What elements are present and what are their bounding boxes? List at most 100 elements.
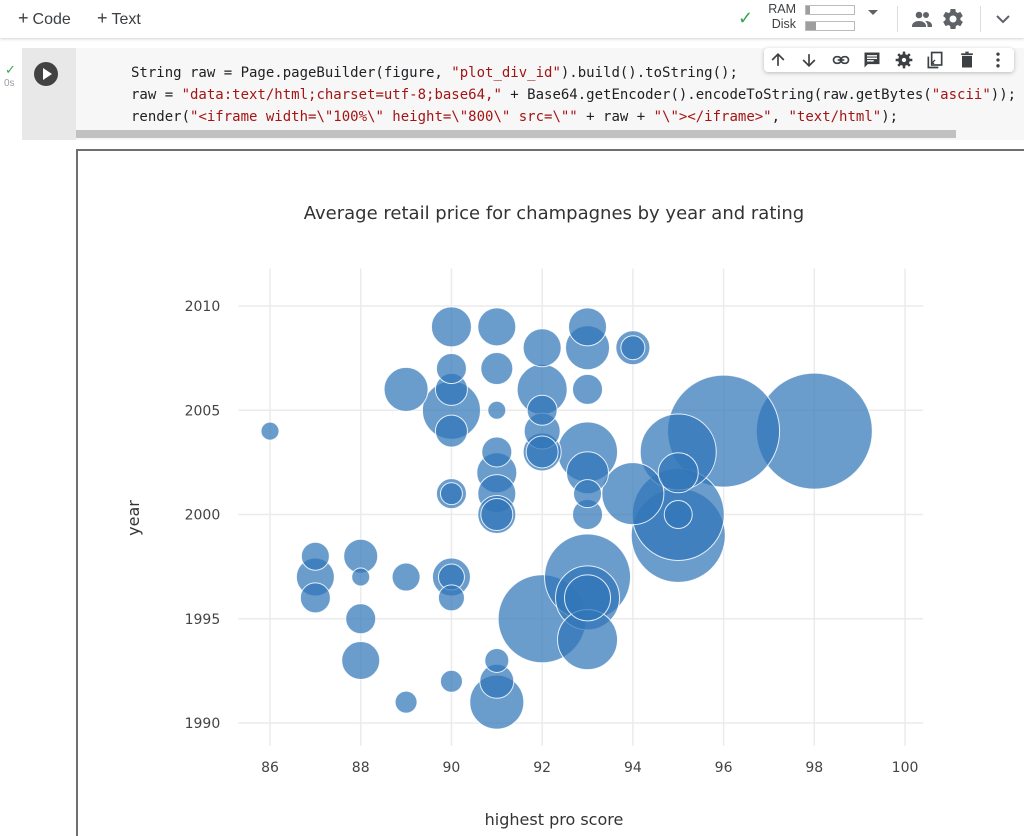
code-token: ); xyxy=(881,109,899,125)
run-cell-button[interactable] xyxy=(34,62,58,86)
horizontal-scrollbar[interactable] xyxy=(76,130,956,138)
string-literal: "plot_div_id" xyxy=(451,65,561,81)
bubble-point[interactable] xyxy=(564,574,612,622)
string-literal: "<iframe width=\"100%\" height=\"800\" s… xyxy=(190,109,578,125)
mirror-cell-icon[interactable] xyxy=(925,50,945,70)
code-token: , xyxy=(771,109,789,125)
chart-title: Average retail price for champagnes by y… xyxy=(304,203,804,224)
add-text-label: Text xyxy=(111,11,141,28)
bubble-point[interactable] xyxy=(480,498,514,531)
x-tick-label: 86 xyxy=(261,760,279,776)
link-icon[interactable] xyxy=(831,50,851,70)
bubble-point[interactable] xyxy=(300,541,330,571)
y-axis-label: year xyxy=(124,500,143,536)
code-line[interactable]: raw = "data:text/html;charset=utf-8;base… xyxy=(131,84,1016,106)
bubble-point[interactable] xyxy=(480,352,514,386)
bubble-point[interactable] xyxy=(383,366,429,412)
bubble-point[interactable] xyxy=(434,414,468,448)
resources-dropdown-icon[interactable] xyxy=(868,10,878,15)
code-token: + raw + xyxy=(577,109,654,125)
x-tick-label: 92 xyxy=(533,760,551,776)
bubble-point[interactable] xyxy=(601,462,665,526)
add-code-label: Code xyxy=(32,11,71,28)
y-tick-label: 2000 xyxy=(185,508,221,524)
bubble-chart: 86 88 90 92 94 96 98 100 1990 1995 2000 2005 2010 Av… xyxy=(124,203,924,829)
x-tick-label: 96 xyxy=(715,760,733,776)
arrow-up-icon[interactable] xyxy=(768,50,788,70)
bubble-point[interactable] xyxy=(299,582,331,614)
add-code-button[interactable]: + Code xyxy=(18,8,71,29)
cell-gutter xyxy=(22,48,76,140)
disk-usage-bar xyxy=(805,21,855,31)
bubble-point[interactable] xyxy=(526,394,558,426)
execution-success-icon: ✓ xyxy=(5,62,16,77)
bubble-point[interactable] xyxy=(351,567,371,587)
string-literal: "text/html" xyxy=(788,109,882,125)
code-line[interactable]: render("<iframe width=\"100%\" height=\"… xyxy=(131,106,1016,128)
bubble-point[interactable] xyxy=(657,452,699,494)
bubble-point[interactable] xyxy=(477,307,517,347)
string-literal: "\"></iframe>" xyxy=(653,109,772,125)
ram-label: RAM xyxy=(768,2,796,16)
ram-usage-fill xyxy=(806,6,810,14)
bubble-point[interactable] xyxy=(394,690,418,714)
bubble-point[interactable] xyxy=(484,647,510,673)
add-text-button[interactable]: + Text xyxy=(97,8,141,29)
code-token: raw = xyxy=(131,87,182,103)
bubble-point[interactable] xyxy=(573,479,603,509)
bubble-point[interactable] xyxy=(572,373,604,405)
code-token: )); xyxy=(990,87,1017,103)
string-literal: "data:text/html;charset=utf-8;base64," xyxy=(181,87,502,103)
y-tick-label: 1995 xyxy=(185,612,221,628)
divider xyxy=(897,6,898,32)
disk-usage-fill xyxy=(806,22,816,30)
bubble-point[interactable] xyxy=(345,603,377,635)
code-token: + Base64.getEncoder().encodeToString(raw… xyxy=(501,87,932,103)
bubble-point[interactable] xyxy=(522,328,562,368)
y-tick-label: 1990 xyxy=(185,716,221,732)
x-tick-label: 100 xyxy=(892,760,919,776)
bubble-point[interactable] xyxy=(568,307,608,347)
bubble-point[interactable] xyxy=(391,562,421,592)
gear-icon[interactable] xyxy=(894,50,914,70)
settings-gear-icon[interactable] xyxy=(941,7,965,31)
comment-icon[interactable] xyxy=(862,50,882,70)
string-literal: "ascii" xyxy=(931,87,991,103)
code-cell[interactable]: ✓ 0s String raw = Page.pageBuilder(figur… xyxy=(4,48,1024,836)
trash-icon[interactable] xyxy=(957,50,977,70)
y-tick-label: 2005 xyxy=(185,403,221,419)
x-tick-label: 90 xyxy=(443,760,461,776)
divider xyxy=(980,6,981,32)
code-token: ).build().toString(); xyxy=(560,65,738,81)
x-tick-label: 94 xyxy=(624,760,642,776)
connected-check-icon: ✓ xyxy=(738,8,754,28)
bubble-point[interactable] xyxy=(439,482,463,506)
disk-label: Disk xyxy=(771,17,796,31)
bubble-point[interactable] xyxy=(437,584,465,612)
bubble-point[interactable] xyxy=(487,400,507,420)
bubble-point[interactable] xyxy=(435,353,467,385)
plus-icon: + xyxy=(18,8,29,28)
bubble-point[interactable] xyxy=(439,669,463,693)
cell-toolbar xyxy=(764,48,1014,72)
bubble-point[interactable] xyxy=(260,421,280,441)
chart-bubbles xyxy=(260,306,873,730)
bubble-point[interactable] xyxy=(663,500,693,529)
notebook-toolbar: + Code + Text ✓ RAM Disk xyxy=(0,0,1024,38)
code-token: render( xyxy=(131,109,191,125)
plus-icon: + xyxy=(97,8,108,28)
bubble-point[interactable] xyxy=(481,436,513,468)
more-vert-icon[interactable] xyxy=(988,50,1008,70)
code-token: String raw = Page.pageBuilder(figure, xyxy=(131,65,452,81)
bubble-point[interactable] xyxy=(620,335,646,361)
bubble-point[interactable] xyxy=(341,640,381,680)
y-tick-label: 2010 xyxy=(185,299,221,315)
chevron-down-icon[interactable] xyxy=(991,7,1015,31)
x-tick-label: 98 xyxy=(805,760,823,776)
resource-labels[interactable]: RAM Disk xyxy=(764,2,796,32)
cell-output-frame: 86 88 90 92 94 96 98 100 1990 1995 2000 2005 2010 Av… xyxy=(76,149,1024,836)
arrow-down-icon[interactable] xyxy=(799,50,819,70)
bubble-point[interactable] xyxy=(430,306,472,348)
bubble-point[interactable] xyxy=(525,435,559,469)
share-people-icon[interactable] xyxy=(910,7,934,31)
